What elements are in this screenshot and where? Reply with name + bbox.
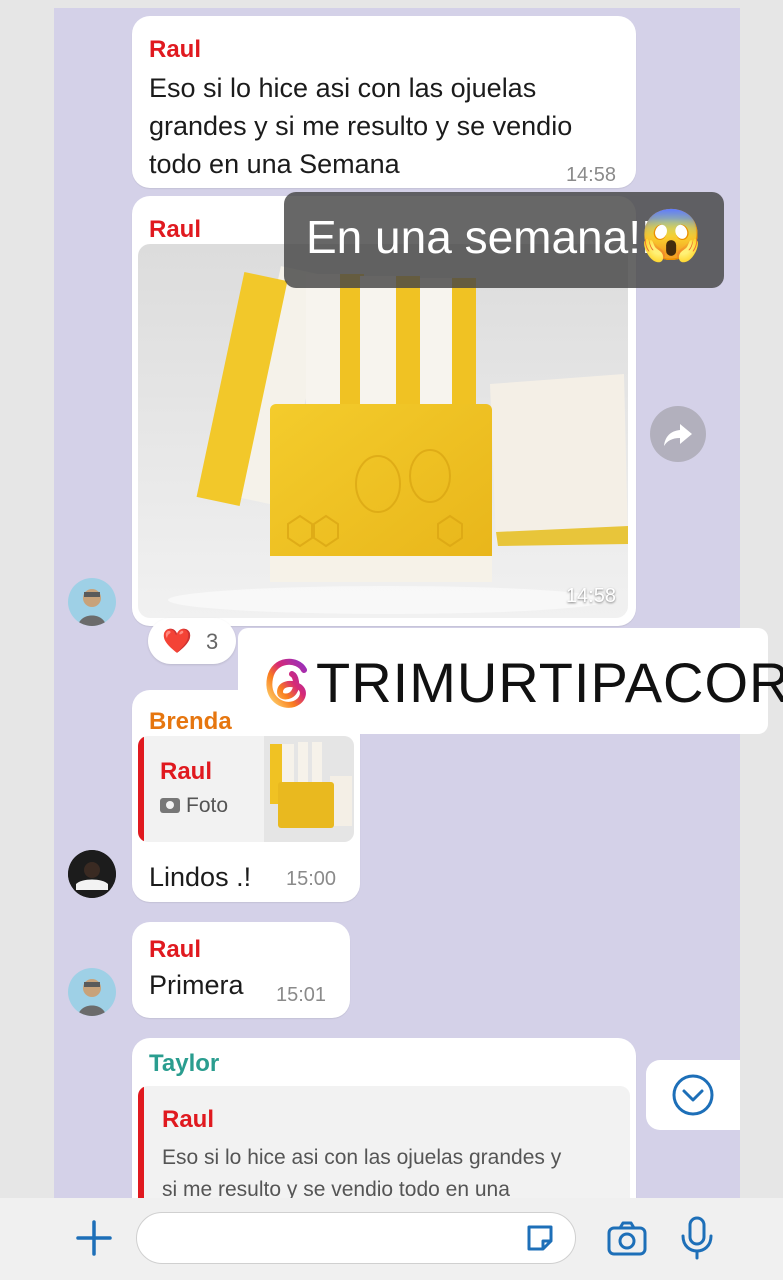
quoted-message[interactable]: Raul Foto	[138, 736, 354, 842]
scroll-down-button[interactable]	[646, 1060, 740, 1130]
soap-photo[interactable]: 14:58	[138, 244, 628, 618]
soap-photo-image	[138, 244, 628, 618]
sender-name: Raul	[149, 936, 202, 963]
scream-emoji-icon: 😱	[640, 207, 703, 263]
camera-icon	[607, 1221, 647, 1256]
quote-sender: Raul	[160, 758, 213, 785]
camera-button[interactable]	[604, 1216, 650, 1262]
reaction-pill[interactable]: ❤️ 3	[148, 618, 236, 664]
reaction-count: 3	[206, 629, 219, 654]
sender-name: Brenda	[149, 708, 232, 735]
avatar-icon	[78, 589, 106, 626]
avatar-icon	[68, 850, 116, 898]
sender-name: Taylor	[149, 1050, 220, 1077]
message-input[interactable]	[136, 1212, 576, 1264]
quote-text: Eso si lo hice asi con las ojuelas grand…	[162, 1146, 562, 1198]
camera-icon	[160, 798, 180, 813]
avatar[interactable]	[68, 850, 116, 898]
instagram-handle: TRIMURTIPACORI	[316, 651, 783, 714]
message-bubble[interactable]: Raul Primera 15:01	[132, 922, 350, 1018]
quote-media-label: Foto	[160, 794, 228, 818]
heart-reaction-icon: ❤️	[162, 628, 192, 655]
photo-time: 14:58	[565, 585, 616, 607]
chat-background: Raul Eso si lo hice asi con las ojuelas …	[54, 8, 740, 1198]
microphone-icon	[681, 1216, 713, 1260]
message-input-bar	[0, 1198, 783, 1280]
chevron-down-icon	[672, 1074, 714, 1116]
instagram-handle-banner: TRIMURTIPACORI	[238, 628, 783, 734]
avatar[interactable]	[68, 578, 116, 626]
plus-icon	[76, 1220, 112, 1256]
forward-button[interactable]	[650, 406, 706, 462]
sender-name: Raul	[149, 36, 202, 63]
avatar[interactable]	[68, 968, 116, 1016]
message-text: Primera	[149, 970, 244, 1000]
quote-sender: Raul	[162, 1106, 215, 1133]
story-overlay-caption: En una semana!! 😱	[284, 192, 724, 288]
quoted-message[interactable]: Raul Eso si lo hice asi con las ojuelas …	[138, 1086, 630, 1198]
quote-bar	[138, 736, 144, 842]
forward-icon	[664, 424, 692, 446]
voice-message-button[interactable]	[674, 1214, 720, 1262]
message-bubble[interactable]: Raul Eso si lo hice asi con las ojuelas …	[132, 16, 636, 188]
message-time: 14:58	[565, 164, 616, 186]
message-time: 15:00	[286, 868, 337, 890]
message-text: Eso si lo hice asi con las ojuelas grand…	[149, 73, 573, 179]
overlay-text: En una semana!!	[306, 211, 654, 263]
message-bubble[interactable]: Taylor Raul Eso si lo hice asi con las o…	[132, 1038, 636, 1198]
avatar-icon	[78, 979, 106, 1016]
quote-bar	[138, 1086, 144, 1198]
quote-thumbnail	[264, 736, 354, 842]
threads-icon	[266, 658, 307, 708]
message-time: 15:01	[276, 984, 327, 1006]
message-text: Lindos .!	[149, 862, 252, 892]
attach-button[interactable]	[72, 1216, 116, 1260]
sticker-icon[interactable]	[521, 1219, 559, 1257]
sender-name: Raul	[149, 216, 202, 243]
